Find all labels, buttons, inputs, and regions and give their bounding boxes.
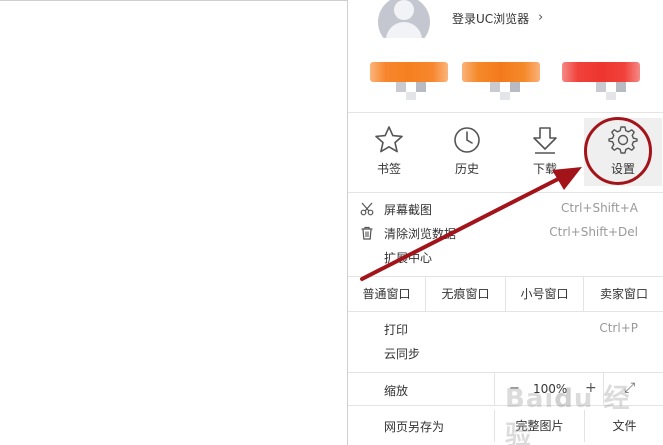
menu-item-label: 扩展中心 [384, 251, 433, 265]
small-window-button[interactable]: 小号窗口 [506, 277, 584, 311]
promo-tile-band [370, 62, 448, 82]
promo-pixel [416, 82, 426, 92]
save-file-button[interactable]: 文件 [584, 410, 663, 442]
promo-tile-band [462, 62, 540, 82]
clock-icon [454, 127, 480, 153]
avatar[interactable] [378, 0, 430, 38]
menu-item-cloud-sync[interactable]: 云同步 [348, 342, 663, 366]
page-background [0, 0, 347, 445]
promo-pixel [396, 82, 406, 92]
incognito-window-button[interactable]: 无痕窗口 [426, 277, 506, 311]
window-buttons-row: 普通窗口 无痕窗口 小号窗口 卖家窗口 [348, 276, 663, 312]
divider [348, 112, 663, 113]
promo-pixel [596, 82, 606, 92]
star-icon [375, 126, 403, 153]
baidu-jingyan-watermark: Baidu 经验 [505, 384, 631, 445]
download-icon [533, 127, 557, 154]
promo-pixel [616, 82, 626, 92]
menu-item-label: 清除浏览数据 [384, 227, 457, 241]
promo-pixel [406, 92, 416, 100]
toolbar-history-label: 历史 [454, 162, 479, 176]
promo-tile-band [562, 62, 640, 82]
toolbar-downloads-label: 下载 [532, 162, 557, 176]
menu-item-label: 云同步 [384, 347, 421, 361]
toolbar-history-button[interactable]: 历史 [428, 118, 506, 186]
annotation-highlight-circle [584, 117, 652, 185]
normal-window-button[interactable]: 普通窗口 [348, 277, 426, 311]
promo-tile-1[interactable] [368, 58, 450, 102]
menu-item-label: 打印 [384, 323, 409, 337]
promo-tile-3[interactable] [560, 58, 642, 102]
menu-item-clear-browsing-data[interactable]: 清除浏览数据 Ctrl+Shift+Del [348, 222, 663, 246]
toolbar-bookmarks-label: 书签 [376, 162, 401, 176]
promo-tile-2[interactable] [460, 58, 542, 102]
promo-pixel [500, 92, 510, 100]
save-as-label[interactable]: 网页另存为 [384, 418, 444, 435]
avatar-face [394, 0, 414, 20]
divider [348, 192, 663, 193]
toolbar-downloads-button[interactable]: 下载 [506, 118, 584, 186]
chevron-right-icon: › [538, 10, 544, 25]
menu-item-shortcut: Ctrl+Shift+A [561, 201, 638, 215]
menu-item-label: 屏幕截图 [384, 203, 433, 217]
toolbar-bookmarks-button[interactable]: 书签 [350, 118, 428, 186]
account-header[interactable]: 登录UC浏览器 › [348, 0, 663, 40]
menu-item-extensions[interactable]: 扩展中心 [348, 246, 663, 270]
menu-item-shortcut: Ctrl+Shift+Del [549, 225, 638, 239]
scissors-icon [360, 202, 374, 216]
menu-item-screenshot[interactable]: 屏幕截图 Ctrl+Shift+A [348, 198, 663, 222]
login-link[interactable]: 登录UC浏览器 [452, 10, 529, 27]
menu-item-print[interactable]: 打印 Ctrl+P [348, 318, 663, 342]
trash-icon [361, 226, 373, 240]
menu-item-shortcut: Ctrl+P [599, 321, 638, 335]
promo-pixel [606, 92, 616, 100]
seller-window-button[interactable]: 卖家窗口 [584, 277, 663, 311]
promo-pixel [490, 82, 500, 92]
promo-pixel [510, 82, 520, 92]
zoom-label: 缩放 [384, 384, 409, 398]
